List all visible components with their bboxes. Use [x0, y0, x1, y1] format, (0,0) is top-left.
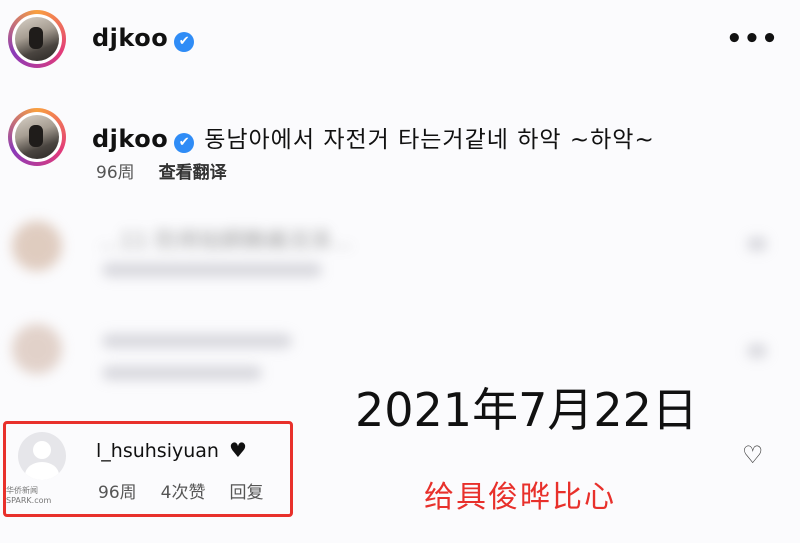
blurred-meta [102, 263, 322, 277]
default-avatar-icon[interactable] [18, 432, 66, 480]
avatar-photo [15, 17, 59, 61]
translate-link[interactable]: 查看翻译 [159, 163, 227, 183]
blurred-avatar [12, 324, 62, 374]
comment-author-avatar[interactable] [8, 108, 66, 166]
blurred-comment: …11 防用铂鋼鶻痛涚泽… [12, 215, 782, 285]
watermark: 华侨新闻 SPARK.com [6, 486, 51, 506]
post-author-username[interactable]: djkoo [92, 24, 168, 52]
blurred-text [102, 334, 292, 348]
blurred-like [747, 344, 767, 358]
blurred-meta [102, 366, 262, 380]
post-header: djkoo ✔ ••• [8, 10, 792, 70]
highlighted-username[interactable]: l_hsuhsiyuan [96, 440, 219, 462]
highlighted-comment: l_hsuhsiyuan ♥ 96周 4次赞 回复 [18, 432, 298, 512]
comment-age: 96周 [98, 483, 137, 503]
more-icon[interactable]: ••• [726, 24, 779, 54]
watermark-line2: SPARK.com [6, 496, 52, 505]
verified-icon: ✔ [174, 31, 195, 52]
blurred-avatar [12, 221, 62, 271]
blurred-text: …11 防用铂鋼鶻痛涚泽… [98, 229, 353, 254]
comment-age: 96周 [96, 163, 135, 183]
blurred-like [747, 237, 767, 251]
comment-author-username[interactable]: djkoo [92, 125, 168, 153]
avatar-photo [15, 115, 59, 159]
heart-icon: ♥ [229, 438, 247, 462]
like-count[interactable]: 4次赞 [161, 483, 206, 503]
overlay-date: 2021年7月22日 [355, 383, 698, 437]
overlay-caption: 给具俊晔比心 [424, 480, 616, 515]
like-heart-icon[interactable]: ♡ [742, 441, 764, 469]
post-author-avatar[interactable] [8, 10, 66, 68]
comment-text: 동남아에서 자전거 타는거같네 하악 ~하악~ [204, 127, 655, 153]
verified-icon: ✔ [174, 132, 195, 153]
reply-button[interactable]: 回复 [229, 483, 263, 503]
watermark-line1: 华侨新闻 [6, 486, 38, 495]
caption-comment: djkoo ✔ 동남아에서 자전거 타는거같네 하악 ~하악~ 96周 查看翻译 [8, 108, 792, 188]
